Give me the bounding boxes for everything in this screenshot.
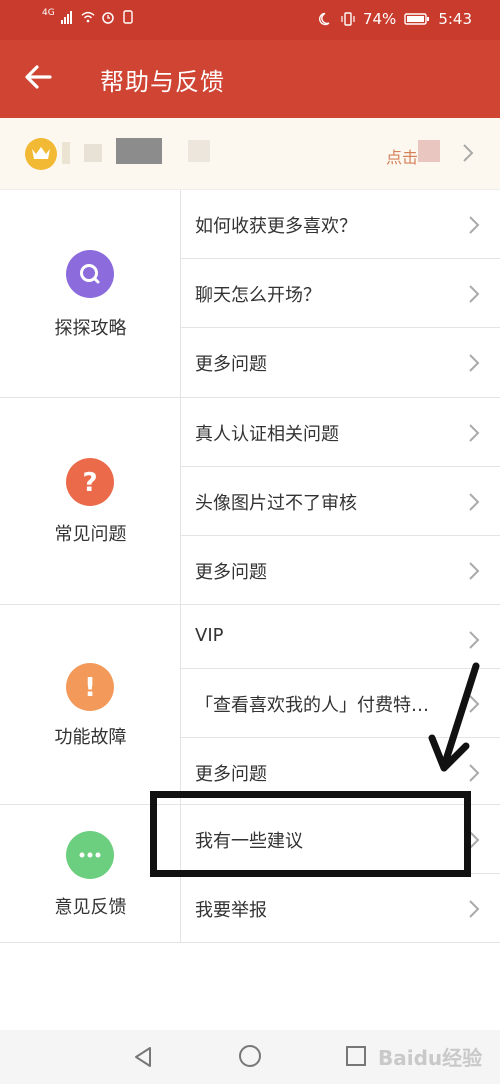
svg-text:?: ? bbox=[82, 468, 97, 498]
app-bar: 帮助与反馈 bbox=[0, 40, 500, 118]
network-type: 4G bbox=[42, 8, 55, 18]
category-cell: ! 功能故障 bbox=[0, 605, 181, 804]
category-cell: ? 常见问题 bbox=[0, 398, 181, 604]
list-item-label: 如何收获更多喜欢？ bbox=[195, 216, 357, 237]
vibrate-icon bbox=[341, 12, 355, 26]
signal-icon bbox=[60, 11, 72, 24]
list-item[interactable]: 聊天怎么开场？ bbox=[181, 259, 500, 328]
search-icon bbox=[66, 250, 114, 298]
vip-hint-text: 点击 bbox=[386, 148, 419, 167]
chevron-right-icon bbox=[469, 354, 480, 372]
annotation-arrow bbox=[428, 662, 480, 772]
moon-icon bbox=[319, 12, 330, 26]
wifi-icon bbox=[81, 11, 95, 23]
section-strategy: 探探攻略 如何收获更多喜欢？ 聊天怎么开场？ 更多问题 bbox=[0, 190, 500, 398]
category-cell: 探探攻略 bbox=[0, 190, 181, 397]
redacted-block bbox=[62, 142, 70, 164]
category-label: 功能故障 bbox=[54, 727, 127, 748]
page-title: 帮助与反馈 bbox=[100, 68, 225, 96]
list-item[interactable]: 如何收获更多喜欢？ bbox=[181, 190, 500, 259]
section-faq: ? 常见问题 真人认证相关问题 头像图片过不了审核 更多问题 bbox=[0, 398, 500, 605]
list-item[interactable]: 更多问题 bbox=[181, 536, 500, 605]
annotation-highlight-box bbox=[150, 791, 471, 877]
list-item[interactable]: 我要举报 bbox=[181, 874, 500, 943]
exclamation-icon: ! bbox=[66, 663, 114, 711]
category-label: 常见问题 bbox=[54, 524, 127, 545]
chevron-right-icon bbox=[469, 900, 480, 918]
chevron-right-icon bbox=[469, 493, 480, 511]
chevron-right-icon bbox=[469, 424, 480, 442]
list-item[interactable]: 真人认证相关问题 bbox=[181, 398, 500, 467]
circle-home-icon[interactable] bbox=[239, 1045, 261, 1067]
system-nav-bar: Baidu经验 bbox=[0, 1030, 500, 1084]
alarm-icon bbox=[101, 12, 114, 24]
crown-icon bbox=[25, 138, 57, 170]
arrow-left-icon bbox=[25, 65, 52, 89]
status-left: 4G bbox=[42, 8, 135, 24]
svg-text:!: ! bbox=[84, 673, 96, 703]
chevron-right-icon bbox=[463, 144, 474, 162]
status-time: 5:43 bbox=[438, 10, 472, 28]
vip-banner[interactable]: 点击 bbox=[0, 118, 500, 190]
redacted-block bbox=[418, 140, 440, 162]
question-icon: ? bbox=[66, 458, 114, 506]
phone-flash-icon bbox=[123, 10, 133, 24]
list-item-label: VIP bbox=[195, 625, 224, 646]
list-item-label: 更多问题 bbox=[195, 354, 267, 375]
watermark: Baidu经验 bbox=[378, 1046, 483, 1070]
list-item[interactable]: 头像图片过不了审核 bbox=[181, 467, 500, 536]
list-item-label: 我要举报 bbox=[195, 900, 267, 921]
category-label: 探探攻略 bbox=[54, 318, 127, 339]
status-bar: 4G 74% 5:43 bbox=[0, 0, 500, 40]
chevron-right-icon bbox=[469, 285, 480, 303]
more-dots-icon bbox=[66, 831, 114, 879]
list-item-label: 真人认证相关问题 bbox=[195, 424, 339, 445]
status-right: 74% 5:43 bbox=[319, 10, 472, 28]
chevron-right-icon bbox=[469, 216, 480, 234]
category-label: 意见反馈 bbox=[54, 897, 127, 918]
battery-icon bbox=[404, 13, 430, 25]
triangle-back-icon[interactable] bbox=[132, 1046, 154, 1068]
list-item-label: 聊天怎么开场？ bbox=[195, 285, 321, 306]
list-item-label: 头像图片过不了审核 bbox=[195, 493, 357, 514]
battery-percent: 74% bbox=[362, 10, 397, 28]
chevron-right-icon bbox=[469, 631, 480, 649]
list-item[interactable]: 更多问题 bbox=[181, 328, 500, 397]
list-item-label: 「查看喜欢我的人」付费特… bbox=[195, 695, 429, 716]
chevron-right-icon bbox=[469, 562, 480, 580]
list-item-label: 更多问题 bbox=[195, 562, 267, 583]
redacted-block bbox=[116, 138, 162, 164]
redacted-block bbox=[188, 140, 210, 162]
list-item-label: 更多问题 bbox=[195, 764, 267, 785]
square-recents-icon[interactable] bbox=[346, 1046, 366, 1066]
back-button[interactable] bbox=[22, 60, 62, 100]
redacted-block bbox=[84, 144, 102, 162]
